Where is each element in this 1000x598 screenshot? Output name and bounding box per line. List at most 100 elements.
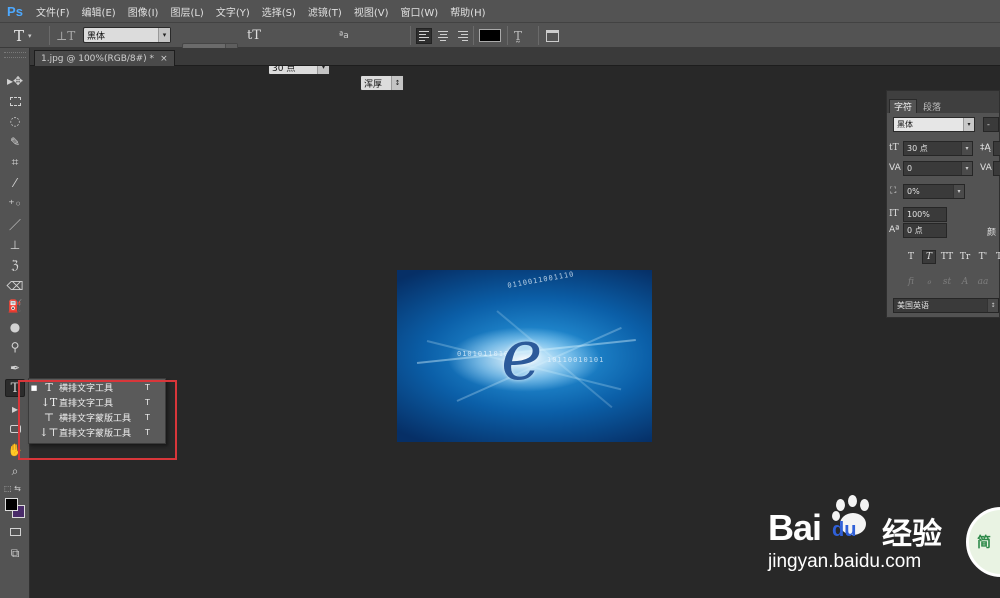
color-label: 颜 [987,228,997,238]
panel-kerning-select[interactable]: 0 ▾ [903,161,973,176]
text-color-swatch[interactable] [479,27,501,44]
quick-mask-icon[interactable] [5,523,25,541]
menu-filter[interactable]: 滤镜(T) [302,4,348,19]
tsume-icon: ⛶ [890,186,897,196]
pen-tool-icon[interactable]: ✒ [5,359,25,377]
watermark-brand: Bai [768,507,822,548]
blur-tool-icon[interactable]: ● [5,318,25,336]
panels-icon [546,29,559,42]
antialias-select[interactable]: 浑厚 ↕ [360,75,404,91]
menu-type[interactable]: 文字(Y) [210,4,256,19]
ligature-icon[interactable]: fi [904,275,918,289]
foreground-color-swatch[interactable] [5,498,18,511]
document-tab-title: 1.jpg @ 100%(RGB/8#) * [41,53,155,64]
align-center-button[interactable] [435,28,451,44]
toolbox-grip[interactable] [4,52,26,58]
document-canvas-image[interactable]: 0110011001110 01010110100 10110010101 e [397,270,652,442]
zoom-tool-icon[interactable]: ⌕ [5,462,25,480]
text-orientation-toggle[interactable]: ⊥T [56,27,75,44]
lasso-tool-icon[interactable]: ◌ [5,112,25,130]
menu-image[interactable]: 图像(I) [122,4,165,19]
superscript-button[interactable]: T' [976,250,990,264]
binary-text: 0110011001110 [506,270,575,290]
discretionary-ligature-icon[interactable]: ℴ [922,275,936,289]
menu-edit[interactable]: 编辑(E) [76,4,122,19]
annotation-highlight-box [18,380,177,460]
close-icon[interactable]: × [160,54,168,64]
tracking-icon: VA [980,163,992,173]
swash-icon[interactable]: st [940,275,954,289]
history-brush-tool-icon[interactable]: ℨ [5,256,25,274]
titling-alternates-icon[interactable]: aa [976,275,990,289]
separator [410,26,411,45]
updown-arrow-icon: ↕ [987,299,998,312]
document-tab[interactable]: 1.jpg @ 100%(RGB/8#) * × [34,50,175,66]
toolbox: ▸✥ ◌ ✎ ⌗ ⁄ ⁺◦ ／ ⊥ ℨ ⌫ ⛽ ● ⚲ ✒ T ▸ ✋ ⌕ ⬚ … [0,48,30,598]
vertical-scale-icon: IT [889,209,899,219]
chevron-down-icon: ▾ [963,118,974,131]
stylistic-alternates-icon[interactable]: A [958,275,972,289]
menu-window[interactable]: 窗口(W) [394,4,444,19]
chevron-down-icon: ▾ [961,162,972,175]
panel-leading-select[interactable] [993,141,1000,156]
watermark-jingyan: 经验 [882,517,942,552]
tool-preset-picker[interactable]: T ▾ [14,27,32,45]
watermark-du: du [832,519,857,541]
toggle-panels-button[interactable] [546,27,559,44]
healing-brush-tool-icon[interactable]: ⁺◦ [5,195,25,213]
orientation-icon: ⊥T [56,28,76,43]
watermark-url: jingyan.baidu.com [768,551,922,572]
menu-select[interactable]: 选择(S) [256,4,302,19]
menu-file[interactable]: 文件(F) [30,4,76,19]
align-left-button[interactable] [416,27,432,44]
e-logo: e [501,314,543,396]
brush-tool-icon[interactable]: ／ [5,215,25,233]
swap-colors-icon[interactable]: ⬚ ⇆ [4,484,21,493]
faux-bold-button[interactable]: T [904,250,918,264]
tab-character[interactable]: 字符 [889,99,918,113]
baidu-jingyan-watermark: Bai du 经验 jingyan.baidu.com 简 [768,493,1000,598]
crop-tool-icon[interactable]: ⌗ [5,153,25,171]
subscript-button[interactable]: T [992,250,1000,264]
all-caps-button[interactable]: TT [940,250,954,264]
clone-stamp-tool-icon[interactable]: ⊥ [5,236,25,254]
color-swatch-fill [479,29,501,42]
eraser-tool-icon[interactable]: ⌫ [5,277,25,295]
faux-italic-button[interactable]: T [922,250,936,264]
panel-tracking-select[interactable] [993,161,1000,176]
font-size-icon: tT [889,143,899,153]
panel-language-select[interactable]: 美国英语 ↕ [893,298,999,313]
warp-text-button[interactable]: T̰ [514,27,522,44]
panel-vertical-scale-input[interactable]: 100% [903,207,947,222]
kerning-icon: VA [889,163,901,173]
move-tool-icon[interactable]: ▸✥ [5,72,25,90]
font-size-icon: tT [247,28,261,43]
quick-selection-tool-icon[interactable]: ✎ [5,133,25,151]
align-right-button[interactable] [454,28,470,44]
menu-help[interactable]: 帮助(H) [444,4,491,19]
character-panel: 字符 段落 黑体 ▾ - tT 30 点 ▾ ‡Ą VA 0 ▾ VA ⛶ 0%… [886,90,1000,318]
marquee-tool-icon[interactable] [5,92,25,110]
antialias-icon: ªa [339,30,349,41]
panel-font-size-select[interactable]: 30 点 ▾ [903,141,973,156]
paint-bucket-tool-icon[interactable]: ⛽ [5,297,25,315]
panel-baseline-shift-input[interactable]: 0 点 [903,223,947,238]
font-family-select[interactable]: 黑体 ▾ [83,27,171,43]
panel-tsume-select[interactable]: 0% ▾ [903,184,965,199]
watermark-badge-text: 简 [977,535,991,551]
tab-paragraph[interactable]: 段落 [919,99,945,113]
screen-mode-icon[interactable]: ⧉ [5,544,25,562]
dodge-tool-icon[interactable]: ⚲ [5,338,25,356]
photoshop-logo: Ps [7,3,23,19]
warp-text-icon: T̰ [514,28,523,43]
separator [473,26,474,45]
panel-font-style-select[interactable]: - [983,117,999,132]
baseline-shift-icon: Aª [889,225,900,235]
menu-view[interactable]: 视图(V) [348,4,395,19]
eyedropper-tool-icon[interactable]: ⁄ [5,174,25,192]
small-caps-button[interactable]: Tr [958,250,972,264]
menu-layer[interactable]: 图层(L) [164,4,209,19]
separator [49,26,50,45]
separator [538,26,539,45]
panel-font-family-select[interactable]: 黑体 ▾ [893,117,975,132]
